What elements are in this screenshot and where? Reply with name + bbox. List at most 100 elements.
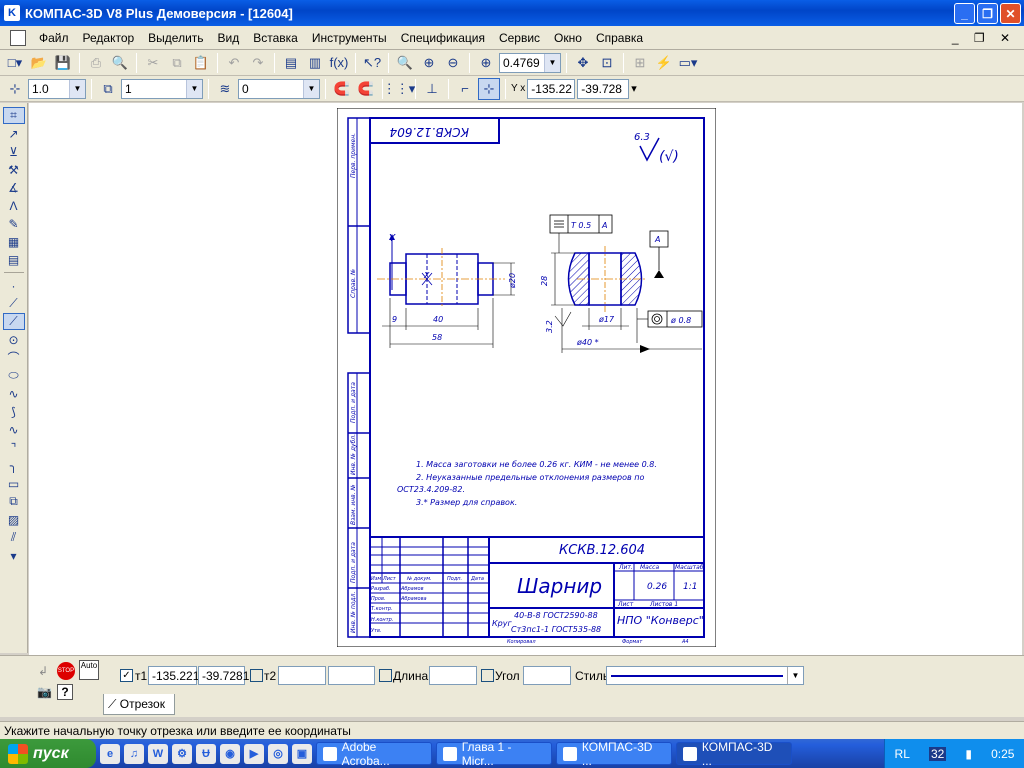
snap-icon[interactable]: 🧲 xyxy=(331,78,353,100)
style-select[interactable]: ▼ xyxy=(606,666,804,685)
style-dropdown-arrow[interactable]: ▼ xyxy=(787,667,803,684)
menu-select[interactable]: Выделить xyxy=(141,31,210,45)
step-icon[interactable]: ⊹ xyxy=(4,78,26,100)
minimize-button[interactable]: _ xyxy=(954,3,975,24)
tray-num-icon[interactable]: 32 xyxy=(928,746,947,761)
show-all-icon[interactable]: ⊡ xyxy=(596,52,618,74)
ql-cd-icon[interactable]: ◎ xyxy=(268,743,288,764)
enter-icon[interactable]: ↲ xyxy=(38,664,48,678)
circle-icon[interactable]: ⊙ xyxy=(3,331,25,348)
task-word[interactable]: Глава 1 - Micr... xyxy=(436,740,552,768)
coord-x-field[interactable]: -135.22 xyxy=(527,78,576,99)
layer-combo[interactable]: 0 ▼ xyxy=(238,78,320,99)
regen-icon[interactable]: ⊞ xyxy=(629,52,651,74)
zoom-scale-icon[interactable]: ⊕ xyxy=(475,52,497,74)
assoc-tab-icon[interactable]: ▦ xyxy=(3,233,25,250)
cut-icon[interactable]: ✂ xyxy=(142,52,164,74)
rectangle-icon[interactable]: ▭ xyxy=(3,475,25,492)
chamfer-icon[interactable]: ⌝ xyxy=(3,439,25,456)
maximize-button[interactable]: ❐ xyxy=(977,3,998,24)
task-acrobat[interactable]: Adobe Acroba... xyxy=(316,740,432,768)
step-combo[interactable]: 1.0 ▼ xyxy=(28,78,86,99)
layer-icon[interactable]: ≋ xyxy=(214,78,236,100)
view-combo[interactable]: 1 ▼ xyxy=(121,78,203,99)
fillet-icon[interactable]: ╮ xyxy=(3,457,25,474)
menu-help[interactable]: Справка xyxy=(589,31,650,45)
variables-icon[interactable]: f(x) xyxy=(328,52,350,74)
t1-x-field[interactable]: -135.221 xyxy=(148,666,199,685)
snap-mode-icon[interactable]: ⊹ xyxy=(478,77,500,100)
menu-insert[interactable]: Вставка xyxy=(246,31,305,45)
param-tab-icon[interactable]: ∡ xyxy=(3,179,25,196)
edit-tab-icon[interactable]: ⚒ xyxy=(3,161,25,178)
display-icon[interactable]: ▭▾ xyxy=(677,52,699,74)
zoom-icon[interactable]: 🔍 xyxy=(394,52,416,74)
zoom-combo[interactable]: 0.4769 ▼ xyxy=(499,52,561,73)
ql-w-icon[interactable]: Ʉ xyxy=(196,743,216,764)
ql-ie-icon[interactable]: e xyxy=(100,743,120,764)
preview-icon[interactable]: 🔍 xyxy=(109,52,131,74)
ql-word-icon[interactable]: W xyxy=(148,743,168,764)
view-icon[interactable]: ⧉ xyxy=(97,78,119,100)
symbols-tab-icon[interactable]: ⊻ xyxy=(3,143,25,160)
length-field[interactable] xyxy=(429,666,477,685)
print-icon[interactable]: ⎙ xyxy=(85,52,107,74)
copy-icon[interactable]: ⧉ xyxy=(166,52,188,74)
undo-icon[interactable]: ↶ xyxy=(223,52,245,74)
coord-y-field[interactable]: -39.728 xyxy=(577,78,630,99)
help-button[interactable]: ? xyxy=(57,684,73,700)
t2-checkbox[interactable] xyxy=(250,669,263,682)
ql-tool-icon[interactable]: ⚙ xyxy=(172,743,192,764)
segment-icon[interactable]: ⟋ xyxy=(2,313,25,330)
t2-x-field[interactable] xyxy=(278,666,326,685)
menu-file[interactable]: Файл xyxy=(32,31,76,45)
close-button[interactable]: ✕ xyxy=(1000,3,1021,24)
start-button[interactable]: пуск xyxy=(0,739,96,768)
polyline-icon[interactable]: ⟆ xyxy=(3,403,25,420)
mdi-controls[interactable]: _ ❐ ✕ xyxy=(952,31,1016,45)
angle-field[interactable] xyxy=(523,666,571,685)
menu-spec[interactable]: Спецификация xyxy=(394,31,492,45)
tray-battery-icon[interactable]: ▮ xyxy=(965,747,972,761)
clean-icon[interactable]: ⚡ xyxy=(653,52,675,74)
document-icon[interactable] xyxy=(10,29,26,46)
equidistant-icon[interactable]: ⫽ xyxy=(3,529,25,546)
t1-checkbox[interactable]: ✓ xyxy=(120,669,133,682)
spec-tab-icon[interactable]: ▤ xyxy=(3,251,25,268)
ellipse-icon[interactable]: ⬭ xyxy=(3,367,25,384)
menu-window[interactable]: Окно xyxy=(547,31,589,45)
kompas-app-icon[interactable]: K xyxy=(4,5,20,21)
tab-segment[interactable]: ⟋ Отрезок xyxy=(103,694,175,715)
menu-tools[interactable]: Инструменты xyxy=(305,31,394,45)
task-kompas-2[interactable]: КОМПАС-3D ... xyxy=(676,740,792,768)
task-kompas-1[interactable]: КОМПАС-3D ... xyxy=(556,740,672,768)
save-icon[interactable]: 💾 xyxy=(52,52,74,74)
menu-editor[interactable]: Редактор xyxy=(76,31,142,45)
t1-y-field[interactable]: -39.7281 xyxy=(198,666,249,685)
ql-media-icon[interactable]: ♫ xyxy=(124,743,144,764)
snap-local-icon[interactable]: 🧲 xyxy=(355,78,377,100)
paste-icon[interactable]: 📋 xyxy=(190,52,212,74)
bezier-icon[interactable]: ∿ xyxy=(3,421,25,438)
geometry-tab-icon[interactable]: ⌗ xyxy=(2,107,25,124)
stop-icon[interactable]: STOP xyxy=(57,662,75,680)
zoom-in-icon[interactable]: ⊕ xyxy=(418,52,440,74)
pan-icon[interactable]: ✥ xyxy=(572,52,594,74)
new-icon[interactable]: □▾ xyxy=(4,52,26,74)
zoom-out-icon[interactable]: ⊖ xyxy=(442,52,464,74)
library-icon[interactable]: ▥ xyxy=(304,52,326,74)
open-icon[interactable]: 📂 xyxy=(28,52,50,74)
language-indicator[interactable]: RL xyxy=(895,747,910,761)
hatch-icon[interactable]: ▨ xyxy=(3,511,25,528)
aux-line-icon[interactable]: ⟋ xyxy=(3,295,25,312)
manager-icon[interactable]: ▤ xyxy=(280,52,302,74)
grid-icon[interactable]: ⋮⋮▾ xyxy=(383,78,416,100)
auto-button[interactable]: Auto xyxy=(79,660,99,680)
point-icon[interactable]: · xyxy=(3,277,25,294)
menu-view[interactable]: Вид xyxy=(211,31,247,45)
t2-y-field[interactable] xyxy=(328,666,375,685)
arc-icon[interactable]: ⌒ xyxy=(3,349,25,366)
dimensions-tab-icon[interactable]: ↗ xyxy=(3,125,25,142)
spline-icon[interactable]: ∿ xyxy=(3,385,25,402)
drawing-sheet[interactable]: Перв. примен. Справ. № Подп. и дата Инв.… xyxy=(337,108,716,647)
